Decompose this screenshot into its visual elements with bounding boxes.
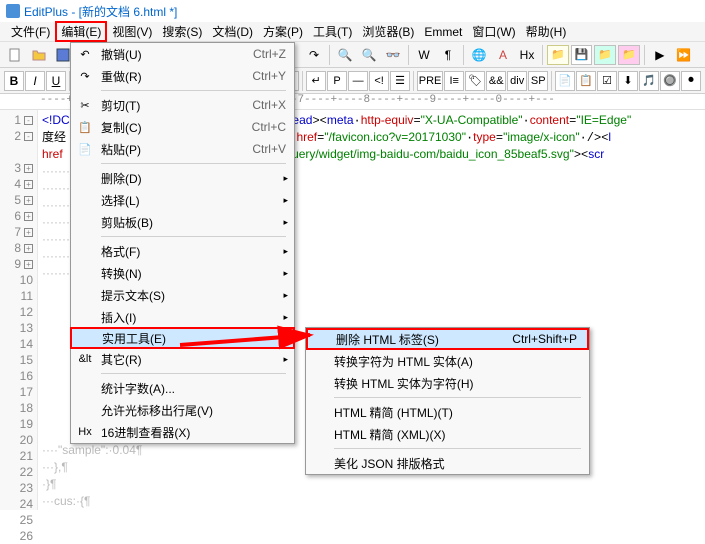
tb-q[interactable]: I≡ — [444, 71, 464, 91]
tb-r[interactable]: 🏷 — [465, 71, 485, 91]
menu-cut[interactable]: ✂剪切(T)Ctrl+X — [71, 94, 294, 116]
menu-clipboard[interactable]: 剪贴板(B)▸ — [71, 211, 294, 233]
b5[interactable]: 🔍 — [334, 44, 356, 66]
titlebar: EditPlus - [新的文档 6.html *] — [0, 0, 705, 22]
b18[interactable]: ⏩ — [673, 44, 695, 66]
tb-o[interactable]: ☰ — [390, 71, 410, 91]
tb-v[interactable]: 📄 — [555, 71, 575, 91]
menu-edit[interactable]: 编辑(E) — [55, 21, 107, 42]
b17[interactable]: ▶ — [649, 44, 671, 66]
menu-file[interactable]: 文件(F) — [6, 21, 55, 42]
util-submenu: 删除 HTML 标签(S)Ctrl+Shift+P 转换字符为 HTML 实体(… — [305, 327, 590, 475]
submenu-min-xml[interactable]: HTML 精简 (XML)(X) — [306, 423, 589, 445]
tb-l[interactable]: P — [327, 71, 347, 91]
b15[interactable]: 📁 — [594, 45, 616, 65]
submenu-min-html[interactable]: HTML 精简 (HTML)(T) — [306, 401, 589, 423]
b9[interactable]: ¶ — [437, 44, 459, 66]
menu-format[interactable]: 格式(F)▸ — [71, 240, 294, 262]
menu-window[interactable]: 窗口(W) — [467, 21, 520, 42]
menu-cursor[interactable]: 允许光标移出行尾(V) — [71, 399, 294, 421]
submenu-strip-html[interactable]: 删除 HTML 标签(S)Ctrl+Shift+P — [306, 328, 589, 350]
b6[interactable]: 🔍 — [358, 44, 380, 66]
menubar: 文件(F) 编辑(E) 视图(V) 搜索(S) 文档(D) 方案(P) 工具(T… — [0, 22, 705, 42]
tb-m[interactable]: — — [348, 71, 368, 91]
b10[interactable]: 🌐 — [468, 44, 490, 66]
redo-button[interactable]: ↷ — [303, 44, 325, 66]
menu-paste[interactable]: 📄粘贴(P)Ctrl+V — [71, 138, 294, 160]
bold-button[interactable]: B — [4, 71, 24, 91]
b16[interactable]: 📁 — [618, 45, 640, 65]
tb-w[interactable]: 📋 — [576, 71, 596, 91]
menu-redo[interactable]: ↷重做(R)Ctrl+Y — [71, 65, 294, 87]
app-icon — [6, 4, 20, 18]
b12[interactable]: Hx — [516, 44, 538, 66]
menu-hex[interactable]: Hx16进制查看器(X) — [71, 421, 294, 443]
b11[interactable]: A — [492, 44, 514, 66]
submenu-to-entity[interactable]: 转换字符为 HTML 实体(A) — [306, 350, 589, 372]
menu-search[interactable]: 搜索(S) — [157, 21, 207, 42]
tb-s[interactable]: && — [486, 71, 506, 91]
tb-t[interactable]: div — [507, 71, 527, 91]
italic-button[interactable]: I — [25, 71, 45, 91]
menu-undo[interactable]: ↶撤销(U)Ctrl+Z — [71, 43, 294, 65]
new-button[interactable] — [4, 44, 26, 66]
menu-help[interactable]: 帮助(H) — [521, 21, 572, 42]
tb-p[interactable]: PRE — [417, 71, 443, 91]
menu-select[interactable]: 选择(L)▸ — [71, 189, 294, 211]
open-button[interactable] — [28, 44, 50, 66]
b7[interactable]: 👓 — [382, 44, 404, 66]
menu-project[interactable]: 方案(P) — [258, 21, 308, 42]
menu-browser[interactable]: 浏览器(B) — [357, 21, 419, 42]
menu-other[interactable]: &lt其它(R)▸ — [71, 348, 294, 370]
menu-doc[interactable]: 文档(D) — [207, 21, 258, 42]
gutter: 1- 2- 3+ 4+ 5+ 6+ 7+ 8+ 9+ 10 11 12 13 1… — [0, 110, 38, 510]
menu-util[interactable]: 实用工具(E)▸ — [70, 327, 295, 349]
title-text: EditPlus - [新的文档 6.html *] — [24, 3, 177, 20]
tb-n[interactable]: <! — [369, 71, 389, 91]
submenu-json[interactable]: 美化 JSON 排版格式 — [306, 452, 589, 474]
tb-y[interactable]: ⬇ — [618, 71, 638, 91]
menu-delete[interactable]: 删除(D)▸ — [71, 167, 294, 189]
menu-convert[interactable]: 转换(N)▸ — [71, 262, 294, 284]
tb-z2[interactable]: ⏺ — [681, 71, 701, 91]
tb-k[interactable]: ↵ — [306, 71, 326, 91]
b14[interactable]: 💾 — [571, 45, 593, 65]
menu-extract[interactable]: 提示文本(S)▸ — [71, 284, 294, 306]
menu-stats[interactable]: 统计字数(A)... — [71, 377, 294, 399]
menu-tools[interactable]: 工具(T) — [308, 21, 357, 42]
tb-x[interactable]: ☑ — [597, 71, 617, 91]
tb-z[interactable]: 🎵 — [639, 71, 659, 91]
b13[interactable]: 📁 — [547, 45, 569, 65]
menu-emmet[interactable]: Emmet — [419, 23, 467, 41]
submenu-from-entity[interactable]: 转换 HTML 实体为字符(H) — [306, 372, 589, 394]
b8[interactable]: W — [413, 44, 435, 66]
tb-z1[interactable]: 🔘 — [660, 71, 680, 91]
menu-copy[interactable]: 📋复制(C)Ctrl+C — [71, 116, 294, 138]
tb-u[interactable]: SP — [528, 71, 548, 91]
edit-menu-dropdown: ↶撤销(U)Ctrl+Z ↷重做(R)Ctrl+Y ✂剪切(T)Ctrl+X 📋… — [70, 42, 295, 444]
menu-insert[interactable]: 插入(I)▸ — [71, 306, 294, 328]
underline-button[interactable]: U — [46, 71, 66, 91]
menu-view[interactable]: 视图(V) — [107, 21, 157, 42]
